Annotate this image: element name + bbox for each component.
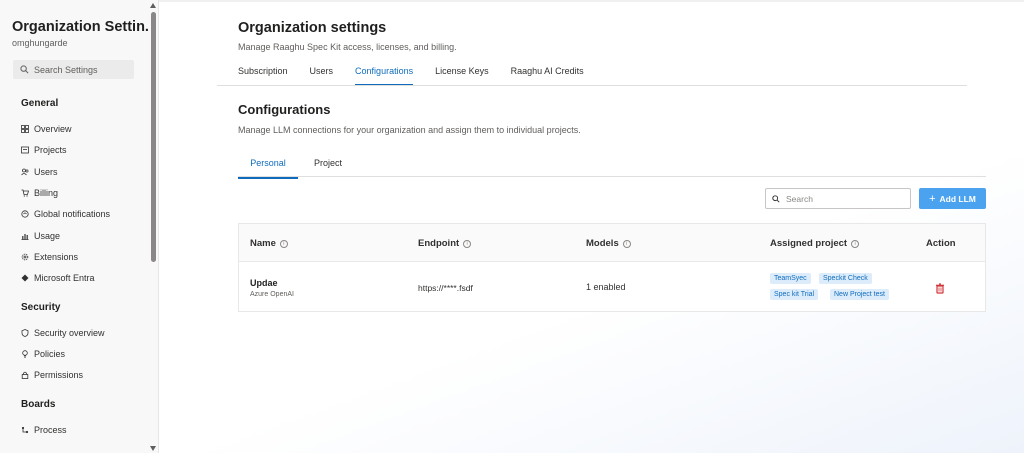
sidebar-item-projects[interactable]: Projects (21, 145, 67, 155)
sidebar-item-label: Security overview (34, 328, 105, 338)
page-title: Organization settings (238, 20, 387, 36)
project-tag: New Project test (830, 289, 889, 300)
llm-search-field[interactable] (765, 188, 911, 209)
gear-icon (21, 253, 29, 261)
tab-configurations[interactable]: Configurations (355, 66, 414, 86)
sidebar-item-label: Process (34, 425, 67, 435)
users-icon (21, 168, 29, 176)
sidebar-item-label: Billing (34, 188, 59, 198)
table-row[interactable]: Updae Azure OpenAI https://****.fsdf 1 e… (239, 262, 985, 312)
column-assigned-project-label: Assigned project (770, 238, 848, 249)
tab-subscription[interactable]: Subscription (238, 66, 288, 86)
sidebar-item-usage[interactable]: Usage (21, 231, 60, 241)
column-models: Models i (586, 238, 631, 249)
sidebar-item-microsoft-entra[interactable]: Microsoft Entra (21, 273, 95, 283)
section-title: Configurations (238, 102, 331, 117)
group-boards: Boards (21, 399, 56, 410)
llm-models: 1 enabled (586, 282, 626, 292)
sidebar-item-global-notifications[interactable]: Global notifications (21, 209, 110, 219)
column-action: Action (926, 238, 956, 249)
tab-users[interactable]: Users (310, 66, 334, 86)
sidebar-item-label: Usage (34, 231, 61, 241)
column-action-label: Action (926, 238, 956, 249)
page-subtitle: Manage Raaghu Spec Kit access, licenses,… (238, 42, 457, 52)
org-name: omghungarde (12, 38, 68, 48)
project-tag: Spec kit Trial (770, 289, 819, 300)
sidebar-item-label: Permissions (34, 370, 84, 380)
sidebar-item-label: Global notifications (34, 209, 111, 219)
sidebar-item-label: Extensions (34, 252, 79, 262)
sidebar-item-label: Policies (34, 349, 66, 359)
lock-icon (21, 371, 29, 379)
sidebar-item-overview[interactable]: Overview (21, 124, 72, 134)
llm-provider: Azure OpenAI (250, 291, 294, 298)
sidebar-item-label: Projects (34, 145, 67, 155)
main-content: Organization settings Manage Raaghu Spec… (159, 0, 1024, 453)
scroll-thumb[interactable] (151, 12, 156, 262)
column-endpoint: Endpoint i (418, 238, 472, 249)
tab-raaghu-ai-credits[interactable]: Raaghu AI Credits (511, 66, 584, 86)
llm-table: Name i Endpoint i Models i Assigned proj… (238, 223, 986, 312)
llm-name: Updae (250, 278, 278, 288)
entra-icon (21, 274, 29, 282)
scroll-up-arrow[interactable] (150, 3, 156, 8)
table-header: Name i Endpoint i Models i Assigned proj… (239, 224, 985, 262)
top-divider (159, 0, 1024, 2)
tabs-divider (217, 85, 967, 86)
column-name: Name i (250, 238, 288, 249)
notification-icon (21, 210, 29, 218)
subtabs-divider (238, 176, 986, 177)
sidebar-item-permissions[interactable]: Permissions (21, 370, 83, 380)
org-settings-title: Organization Settin... (12, 19, 148, 35)
grid-icon (21, 125, 29, 133)
group-general: General (21, 98, 59, 109)
llm-search-input[interactable] (786, 193, 896, 204)
settings-tabs: Subscription Users Configurations Licens… (238, 66, 606, 86)
lightbulb-icon (21, 350, 29, 358)
sidebar-item-label: Microsoft Entra (34, 273, 95, 283)
sidebar-item-process[interactable]: Process (21, 425, 67, 435)
add-llm-button[interactable]: + Add LLM (919, 188, 986, 209)
column-models-label: Models (586, 238, 619, 249)
sidebar-item-users[interactable]: Users (21, 167, 58, 177)
column-assigned-project: Assigned project i (770, 238, 860, 249)
sidebar-item-extensions[interactable]: Extensions (21, 252, 78, 262)
info-icon[interactable]: i (279, 239, 288, 248)
info-icon[interactable]: i (622, 239, 631, 248)
search-settings-placeholder: Search Settings (34, 64, 98, 75)
sidebar-item-billing[interactable]: Billing (21, 188, 58, 198)
usage-icon (21, 232, 29, 240)
llm-endpoint: https://****.fsdf (418, 283, 473, 293)
sidebar: Organization Settin... omghungarde Searc… (0, 0, 159, 453)
info-icon[interactable]: i (463, 239, 472, 248)
sidebar-item-label: Users (34, 167, 58, 177)
tab-license-keys[interactable]: License Keys (435, 66, 489, 86)
search-icon (772, 194, 780, 203)
sidebar-item-security-overview[interactable]: Security overview (21, 328, 105, 338)
sidebar-scrollbar[interactable] (149, 0, 158, 453)
process-icon (21, 426, 29, 434)
group-security: Security (21, 302, 61, 313)
projects-icon (21, 146, 29, 154)
sidebar-item-label: Overview (34, 124, 72, 134)
column-name-label: Name (250, 238, 276, 249)
project-tag: Speckit Check (819, 273, 872, 284)
project-tag: TeamSyec (770, 273, 811, 284)
section-subtitle: Manage LLM connections for your organiza… (238, 125, 581, 135)
column-endpoint-label: Endpoint (418, 238, 460, 249)
search-settings-input[interactable]: Search Settings (13, 60, 134, 79)
sidebar-item-policies[interactable]: Policies (21, 349, 65, 359)
search-icon (20, 65, 29, 74)
add-llm-label: Add LLM (939, 193, 976, 204)
trash-icon[interactable] (935, 281, 945, 294)
cart-icon (21, 189, 29, 197)
info-icon[interactable]: i (851, 239, 860, 248)
plus-icon: + (929, 192, 936, 205)
shield-icon (21, 329, 29, 337)
scroll-down-arrow[interactable] (150, 446, 156, 451)
